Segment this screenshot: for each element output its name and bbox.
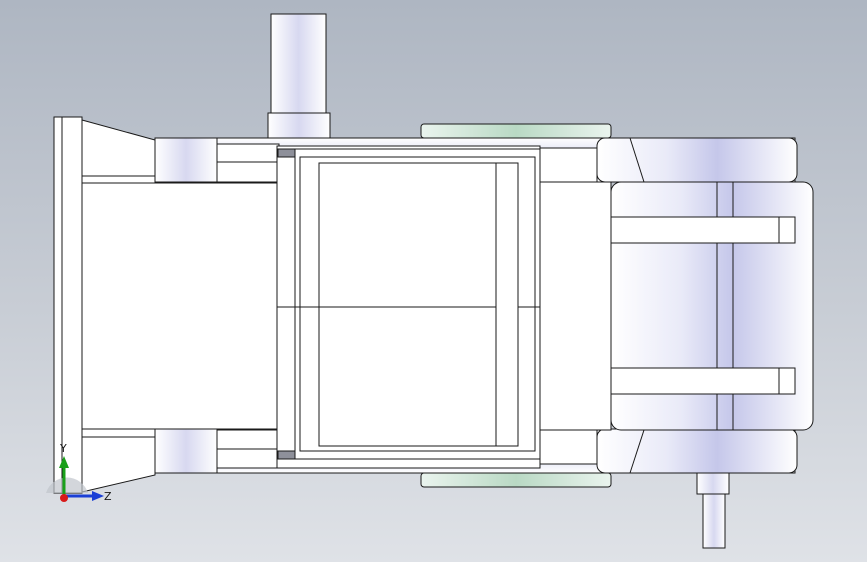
triad-plane-shade — [46, 477, 88, 493]
cad-viewport[interactable]: Y Z — [0, 0, 867, 562]
motor-block[interactable] — [276, 145, 612, 469]
bottom-output-shaft[interactable] — [696, 469, 730, 549]
axis-triad: Y Z — [46, 442, 112, 503]
y-axis-label: Y — [59, 442, 67, 455]
z-axis-arrow-head — [92, 491, 104, 501]
z-axis-label: Z — [104, 490, 112, 503]
green-bearing-ring-top[interactable] — [420, 123, 612, 139]
x-axis-dot — [60, 494, 68, 502]
green-bearing-ring-bottom[interactable] — [420, 472, 612, 488]
y-axis-arrow-head — [59, 456, 69, 468]
gearbox-model[interactable] — [0, 0, 867, 562]
top-input-shaft[interactable] — [267, 13, 331, 140]
